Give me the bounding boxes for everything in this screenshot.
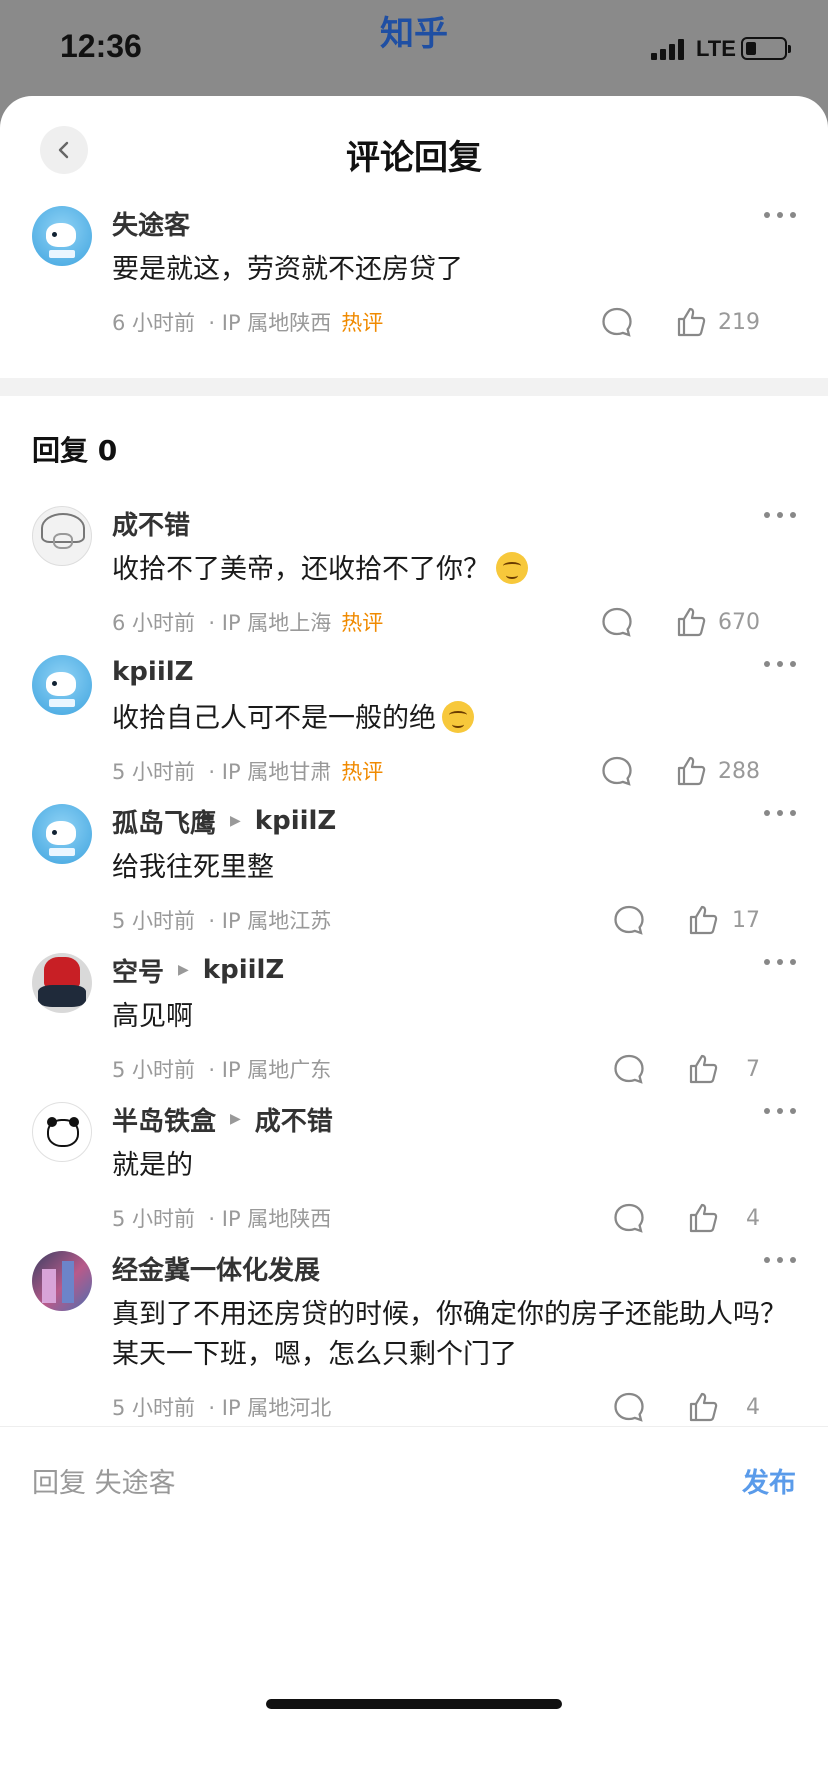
flushed-emoji bbox=[496, 552, 528, 584]
avatar[interactable] bbox=[32, 506, 92, 566]
reply-location: · IP 属地河北 bbox=[208, 1396, 332, 1420]
reply-author[interactable]: 半岛铁盒 bbox=[112, 1101, 216, 1138]
reply-list: 成不错 收拾不了美帝，还收拾不了你？ 6 小时前 · IP 属地上海 热评 670… bbox=[0, 506, 828, 1517]
comment-time: 6 小时前 bbox=[112, 311, 196, 335]
reply-to-user[interactable]: kpiilZ bbox=[203, 955, 285, 985]
reply-time: 5 小时前 bbox=[112, 909, 196, 933]
avatar[interactable] bbox=[32, 206, 92, 266]
reply-text: 给我往死里整 bbox=[112, 852, 274, 883]
more-icon[interactable] bbox=[764, 212, 796, 218]
avatar[interactable] bbox=[32, 655, 92, 715]
reply-time: 5 小时前 bbox=[112, 1207, 196, 1231]
reply-author[interactable]: 经金冀一体化发展 bbox=[112, 1250, 320, 1287]
like-count: 670 bbox=[718, 609, 760, 635]
reply-author[interactable]: 空号 bbox=[112, 952, 164, 989]
reply-bubble-icon[interactable] bbox=[612, 1390, 646, 1424]
more-icon[interactable] bbox=[764, 512, 796, 518]
hot-badge: 热评 bbox=[341, 311, 384, 335]
reply-author[interactable]: kpiilZ bbox=[112, 657, 194, 687]
reply-input[interactable]: 回复 失途客 bbox=[32, 1461, 176, 1500]
thumbs-up-icon[interactable] bbox=[674, 754, 708, 788]
more-icon[interactable] bbox=[764, 661, 796, 667]
comment-sheet: 评论回复 失途客 要是就这，劳资就不还房贷了 6 小时前 · IP 属地陕西 热… bbox=[0, 96, 828, 1792]
hot-badge: 热评 bbox=[341, 760, 384, 784]
comment-location: · IP 属地陕西 bbox=[208, 311, 332, 335]
reply-time: 5 小时前 bbox=[112, 760, 196, 784]
avatar[interactable] bbox=[32, 953, 92, 1013]
battery-icon bbox=[741, 37, 791, 60]
section-divider bbox=[0, 378, 828, 396]
like-count: 4 bbox=[746, 1205, 760, 1231]
reply-time: 6 小时前 bbox=[112, 611, 196, 635]
sheet-header: 评论回复 bbox=[0, 96, 828, 206]
reply-bubble-icon[interactable] bbox=[612, 1201, 646, 1235]
reply-bubble-icon[interactable] bbox=[612, 903, 646, 937]
reply-location: · IP 属地陕西 bbox=[208, 1207, 332, 1231]
reply-author[interactable]: 孤岛飞鹰 bbox=[112, 803, 216, 840]
like-count: 7 bbox=[746, 1056, 760, 1082]
reply-text: 就是的 bbox=[112, 1150, 193, 1181]
status-bar: 12:36 知乎 LTE bbox=[0, 0, 828, 100]
thumbs-up-icon[interactable] bbox=[686, 1052, 720, 1086]
main-comment: 失途客 要是就这，劳资就不还房贷了 6 小时前 · IP 属地陕西 热评 219 bbox=[0, 206, 828, 366]
reply-text: 真到了不用还房贷的时候，你确定你的房子还能助人吗？某天一下班，嗯，怎么只剩个门了 bbox=[112, 1299, 787, 1370]
thumbs-up-icon[interactable] bbox=[686, 903, 720, 937]
reply-text: 收拾不了美帝，还收拾不了你？ bbox=[112, 554, 490, 585]
reply-bubble-icon[interactable] bbox=[600, 605, 634, 639]
reply-item: 孤岛飞鹰 ▶ kpiilZ 给我往死里整 5 小时前 · IP 属地江苏 17 bbox=[0, 804, 828, 953]
avatar[interactable] bbox=[32, 804, 92, 864]
more-icon[interactable] bbox=[764, 810, 796, 816]
like-count: 17 bbox=[732, 907, 760, 933]
home-indicator bbox=[266, 1699, 562, 1709]
reply-location: · IP 属地江苏 bbox=[208, 909, 332, 933]
reply-bar: 回复 失途客 发布 bbox=[0, 1426, 828, 1792]
reply-time: 5 小时前 bbox=[112, 1058, 196, 1082]
relieved-emoji bbox=[442, 701, 474, 733]
reply-author[interactable]: 成不错 bbox=[112, 505, 190, 542]
replies-header: 回复 0 bbox=[32, 434, 118, 467]
avatar[interactable] bbox=[32, 1102, 92, 1162]
reply-text: 收拾自己人可不是一般的绝 bbox=[112, 703, 436, 734]
page-title: 评论回复 bbox=[346, 138, 482, 178]
reply-bubble-icon[interactable] bbox=[612, 1052, 646, 1086]
reply-bubble-icon[interactable] bbox=[600, 754, 634, 788]
reply-bubble-icon[interactable] bbox=[600, 305, 634, 339]
reply-to-arrow-icon: ▶ bbox=[230, 1111, 241, 1127]
hot-badge: 热评 bbox=[341, 611, 384, 635]
reply-time: 5 小时前 bbox=[112, 1396, 196, 1420]
reply-text: 高见啊 bbox=[112, 1001, 193, 1032]
comment-author[interactable]: 失途客 bbox=[112, 205, 190, 242]
more-icon[interactable] bbox=[764, 959, 796, 965]
thumbs-up-icon[interactable] bbox=[686, 1201, 720, 1235]
more-icon[interactable] bbox=[764, 1257, 796, 1263]
reply-location: · IP 属地广东 bbox=[208, 1058, 332, 1082]
reply-location: · IP 属地上海 bbox=[208, 611, 332, 635]
reply-item: 半岛铁盒 ▶ 成不错就是的 5 小时前 · IP 属地陕西 4 bbox=[0, 1102, 828, 1251]
reply-item: 空号 ▶ kpiilZ 高见啊 5 小时前 · IP 属地广东 7 bbox=[0, 953, 828, 1102]
like-count: 4 bbox=[746, 1394, 760, 1420]
reply-location: · IP 属地甘肃 bbox=[208, 760, 332, 784]
reply-item: kpiilZ 收拾自己人可不是一般的绝 5 小时前 · IP 属地甘肃 热评 28… bbox=[0, 655, 828, 804]
like-count: 288 bbox=[718, 758, 760, 784]
more-icon[interactable] bbox=[764, 1108, 796, 1114]
reply-to-user[interactable]: 成不错 bbox=[255, 1101, 333, 1138]
comment-text: 要是就这，劳资就不还房贷了 bbox=[112, 254, 463, 285]
thumbs-up-icon[interactable] bbox=[674, 305, 708, 339]
reply-to-user[interactable]: kpiilZ bbox=[255, 806, 337, 836]
reply-to-arrow-icon: ▶ bbox=[178, 962, 189, 978]
signal-icon bbox=[651, 38, 691, 60]
publish-button[interactable]: 发布 bbox=[742, 1461, 796, 1500]
reply-to-arrow-icon: ▶ bbox=[230, 813, 241, 829]
reply-item: 成不错收拾不了美帝，还收拾不了你？ 6 小时前 · IP 属地上海 热评 670 bbox=[0, 506, 828, 655]
like-count: 219 bbox=[718, 309, 760, 335]
reply-item: 经金冀一体化发展真到了不用还房贷的时候，你确定你的房子还能助人吗？某天一下班，嗯… bbox=[0, 1251, 828, 1437]
thumbs-up-icon[interactable] bbox=[686, 1390, 720, 1424]
network-label: LTE bbox=[696, 36, 736, 61]
avatar[interactable] bbox=[32, 1251, 92, 1311]
thumbs-up-icon[interactable] bbox=[674, 605, 708, 639]
